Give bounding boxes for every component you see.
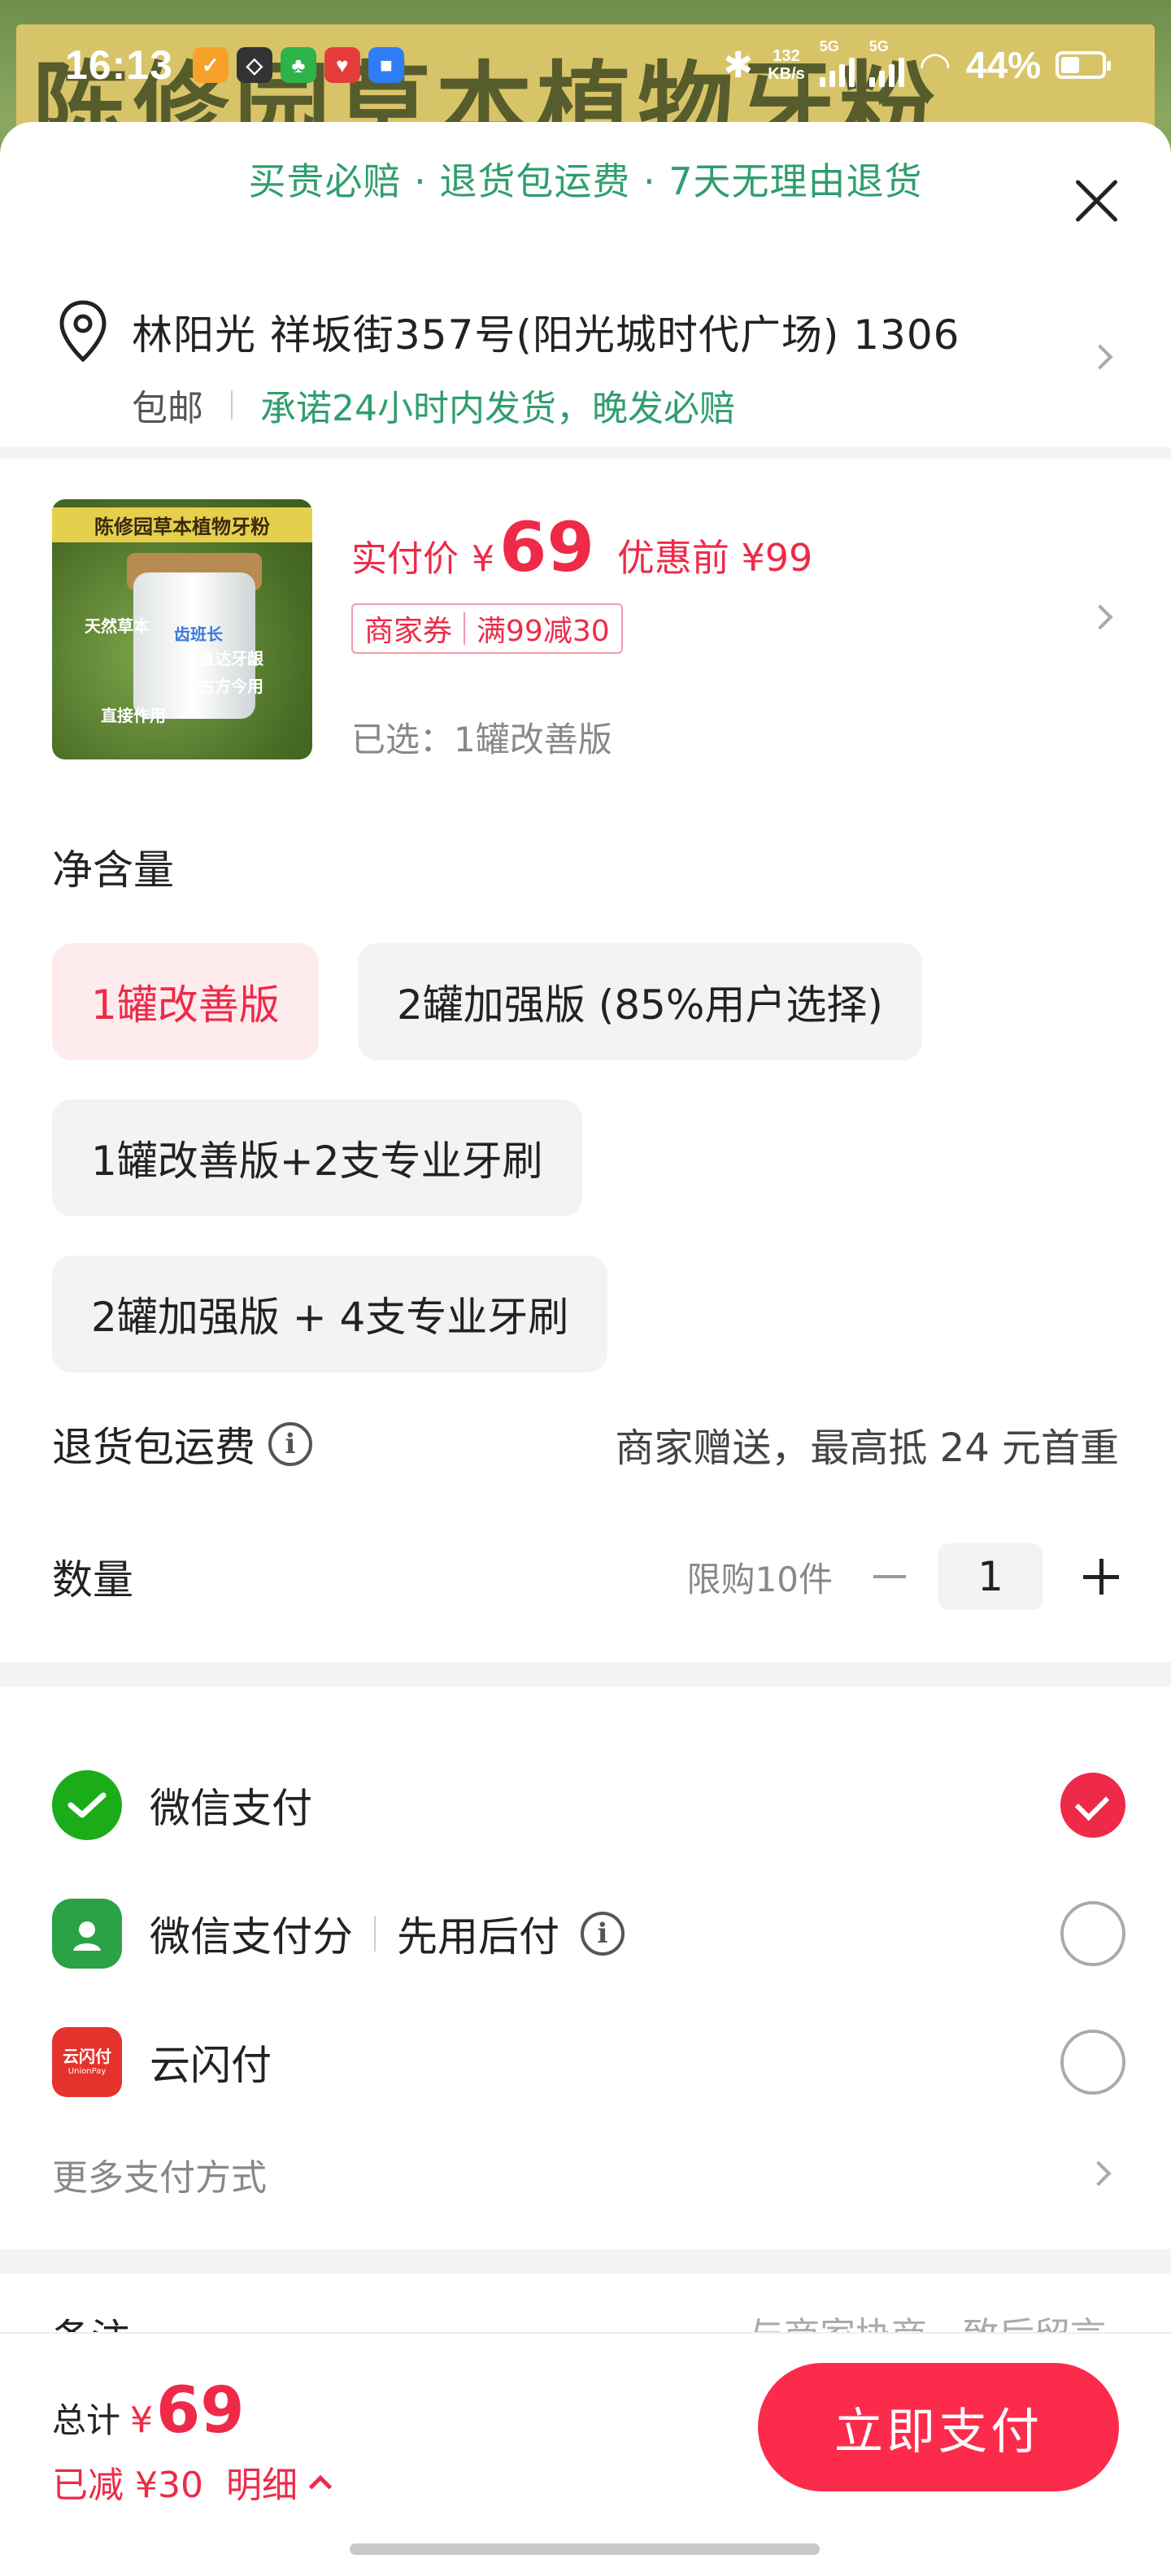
section-divider — [0, 447, 1171, 459]
network-speed: 132 KB/s — [768, 47, 805, 83]
quantity-label: 数量 — [52, 1556, 133, 1603]
battery-percent: 44% — [965, 44, 1041, 86]
more-payment-label: 更多支付方式 — [52, 2157, 267, 2199]
image-tag: 直达牙龈 — [198, 649, 263, 668]
image-tag: 天然草本 — [85, 616, 150, 636]
product-image-title: 陈修园草本植物牙粉 — [52, 507, 312, 542]
discount-amount: 已减 ¥30 — [52, 2465, 203, 2506]
spec-option[interactable]: 2罐加强版 + 4支专业牙刷 — [52, 1255, 608, 1373]
total-label: 总计 — [52, 2400, 121, 2440]
coupon-badge: 商家券 满99减30 — [351, 603, 623, 654]
chevron-up-icon — [308, 2474, 333, 2499]
chevron-right-icon — [1086, 2160, 1112, 2187]
plus-icon[interactable] — [1083, 1559, 1119, 1595]
more-payment-methods[interactable]: 更多支付方式 — [52, 2148, 1119, 2200]
radio-unchecked[interactable] — [1060, 1901, 1125, 1966]
payment-wechat-pay[interactable]: 微信支付 — [52, 1756, 1125, 1854]
wifi-icon: ◠ — [918, 44, 951, 86]
checkout-bar: 总计 ¥ 69 已减 ¥30 明细 立即支付 — [0, 2332, 1171, 2576]
app-notification-icon: ■ — [368, 47, 404, 83]
status-indicators: ✱ 132 KB/s 5G 5G ◠ 44% — [723, 38, 1111, 87]
currency-symbol: ¥ — [130, 2400, 154, 2441]
shipping-promise: 承诺24小时内发货，晚发必赔 — [260, 388, 735, 429]
signal-icon: 5G — [868, 38, 904, 87]
spec-title: 净含量 — [52, 846, 174, 894]
return-shipping-desc: 商家赠送，最高抵 24 元首重 — [615, 1425, 1119, 1471]
chevron-right-icon — [1087, 604, 1113, 630]
app-notification-icon: ◇ — [236, 47, 272, 83]
radio-checked[interactable] — [1060, 1773, 1125, 1838]
return-shipping-row: 退货包运费 i 商家赠送，最高抵 24 元首重 — [52, 1415, 1119, 1473]
spec-option[interactable]: 1罐改善版 — [52, 943, 319, 1060]
unionpay-icon: 云闪付 UnionPay — [52, 2027, 122, 2097]
service-promise-text: 买贵必赔 · 退货包运费 · 7天无理由退货 — [248, 159, 923, 203]
product-summary[interactable]: 陈修园草本植物牙粉 天然草本 直达牙龈 古方今用 直接作用 齿班长 实付价 ¥ … — [0, 459, 1171, 800]
status-time: 16:13 — [65, 42, 173, 88]
quantity-input[interactable]: 1 — [938, 1543, 1043, 1610]
pay-now-button[interactable]: 立即支付 — [758, 2363, 1119, 2491]
quantity-row: 数量 限购10件 1 — [52, 1543, 1119, 1610]
coupon-type: 商家券 — [364, 615, 453, 648]
image-tag: 齿班长 — [174, 624, 223, 644]
free-shipping-label: 包邮 — [132, 388, 203, 429]
service-promise: 买贵必赔 · 退货包运费 · 7天无理由退货 — [0, 122, 1171, 236]
payment-unionpay[interactable]: 云闪付 UnionPay 云闪付 — [52, 2013, 1125, 2111]
minus-icon[interactable] — [873, 1575, 906, 1578]
payment-label: 微信支付 — [150, 1785, 312, 1832]
app-notification-icon: ♣ — [280, 47, 316, 83]
divider — [374, 1916, 376, 1952]
radio-unchecked[interactable] — [1060, 2030, 1125, 2095]
currency-symbol: ¥ — [472, 538, 494, 580]
original-price: 优惠前 ¥99 — [616, 536, 813, 580]
location-pin-icon — [59, 300, 107, 363]
address-row[interactable]: 林阳光 祥坂街357号(阳光城时代广场) 1306 包邮 承诺24小时内发货，晚… — [0, 236, 1171, 447]
purchase-limit: 限购10件 — [686, 1559, 833, 1599]
coupon-value: 满99减30 — [477, 615, 610, 648]
bluetooth-icon: ✱ — [723, 45, 754, 85]
divider — [231, 390, 233, 420]
price-label: 实付价 — [351, 538, 459, 580]
app-notification-icon: ✓ — [192, 47, 229, 83]
total-amount: 69 — [156, 2374, 245, 2448]
selected-spec: 已选：1罐改善版 — [351, 720, 612, 759]
section-divider — [0, 1662, 1171, 1686]
discount-row[interactable]: 已减 ¥30 明细 — [52, 2456, 333, 2508]
battery-icon — [1056, 51, 1111, 79]
signal-icon: 5G — [819, 38, 855, 87]
price-value: 69 — [499, 507, 594, 587]
section-divider — [0, 2249, 1171, 2274]
wechat-pay-icon — [52, 1770, 122, 1840]
app-notification-icon: ♥ — [324, 47, 360, 83]
spec-option[interactable]: 1罐改善版+2支专业牙刷 — [52, 1099, 582, 1216]
product-image: 陈修园草本植物牙粉 天然草本 直达牙龈 古方今用 直接作用 齿班长 — [52, 499, 312, 759]
price-row: 实付价 ¥ 69 优惠前 ¥99 — [351, 507, 812, 587]
close-icon[interactable] — [1072, 176, 1121, 224]
address-text: 林阳光 祥坂街357号(阳光城时代广场) 1306 — [132, 311, 960, 359]
spec-option[interactable]: 2罐加强版 (85%用户选择) — [358, 943, 922, 1060]
info-icon[interactable]: i — [581, 1912, 625, 1956]
total-row: 总计 ¥ 69 — [52, 2374, 245, 2448]
detail-link[interactable]: 明细 — [226, 2456, 298, 2508]
image-tag: 古方今用 — [198, 677, 263, 696]
image-tag: 直接作用 — [101, 706, 166, 725]
return-shipping-label: 退货包运费 — [52, 1424, 255, 1471]
wechat-pay-score-icon — [52, 1899, 122, 1969]
home-indicator[interactable] — [350, 2543, 820, 2555]
shipping-info: 包邮 承诺24小时内发货，晚发必赔 — [132, 379, 1171, 431]
payment-label: 云闪付 — [150, 2042, 272, 2089]
info-icon[interactable]: i — [268, 1422, 312, 1466]
payment-label: 微信支付分 — [150, 1913, 353, 1960]
status-bar: 16:13 ✓ ◇ ♣ ♥ ■ ✱ 132 KB/s 5G 5G ◠ 44% — [0, 33, 1171, 98]
payment-extra: 先用后付 — [397, 1913, 559, 1960]
notification-icons: ✓ ◇ ♣ ♥ ■ — [192, 47, 404, 83]
payment-wechat-score[interactable]: 微信支付分 先用后付 i — [52, 1885, 1125, 1982]
